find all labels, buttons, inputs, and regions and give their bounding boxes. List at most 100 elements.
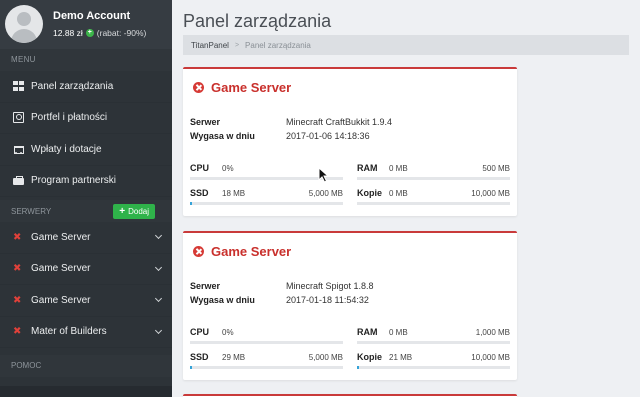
- expiry-row: Wygasa w dniu 2017-01-18 11:54:32: [190, 295, 369, 305]
- sidebar-item-label: Program partnerski: [31, 175, 117, 187]
- backups-used: 0 MB: [389, 189, 408, 198]
- breadcrumb-root-link[interactable]: TitanPanel: [191, 41, 229, 50]
- sidebar-footer: [0, 386, 172, 397]
- server-card: Game Server Serwer Minecraft Spigot 1.8.…: [183, 231, 517, 380]
- server-card: Game Server Serwer Minecraft CraftBukkit…: [183, 67, 517, 216]
- account-name: Demo Account: [53, 10, 131, 22]
- ram-label: RAM: [357, 327, 378, 337]
- ram-stat: RAM 0 MB 1,000 MB: [357, 327, 510, 349]
- sidebar-item-payments[interactable]: Wpłaty i dotacje: [0, 134, 172, 166]
- ssd-progress-bar: [190, 366, 343, 369]
- server-type-row: Serwer Minecraft Spigot 1.8.8: [190, 281, 374, 291]
- ram-progress-bar: [357, 341, 510, 344]
- expiry-value: 2017-01-06 14:18:36: [286, 131, 370, 141]
- sidebar-item-partner-program[interactable]: Program partnerski: [0, 166, 172, 197]
- add-funds-icon[interactable]: +: [85, 29, 94, 37]
- ram-stat: RAM 0 MB 500 MB: [357, 163, 510, 185]
- ssd-progress-bar: [190, 202, 343, 205]
- sidebar-server-item[interactable]: ✖ Mater of Builders: [0, 317, 172, 348]
- briefcase-icon: [13, 175, 24, 186]
- server-offline-icon: ✖: [13, 294, 22, 306]
- sidebar: Demo Account 12.88 zł + (rabat: -90%) ME…: [0, 0, 172, 397]
- sidebar-item-label: Panel zarządzania: [31, 80, 114, 92]
- server-offline-icon: ✖: [13, 263, 22, 275]
- backups-label: Kopie: [357, 188, 383, 198]
- ram-used: 0 MB: [389, 164, 408, 173]
- dashboard-icon: [13, 80, 24, 92]
- cpu-used: 0%: [222, 328, 234, 337]
- chevron-down-icon[interactable]: [154, 232, 163, 240]
- account-balance: 12.88 zł + (rabat: -90%): [53, 28, 146, 38]
- expiry-row: Wygasa w dniu 2017-01-06 14:18:36: [190, 131, 370, 141]
- server-type-value: Minecraft Spigot 1.8.8: [286, 281, 374, 291]
- server-card-title[interactable]: Game Server: [193, 244, 291, 259]
- ram-progress-bar: [357, 177, 510, 180]
- server-type-label: Serwer: [190, 117, 221, 127]
- sidebar-item-dashboard[interactable]: Panel zarządzania: [0, 71, 172, 103]
- ssd-label: SSD: [190, 188, 209, 198]
- ram-total: 500 MB: [482, 164, 510, 173]
- ram-label: RAM: [357, 163, 378, 173]
- ssd-used: 18 MB: [222, 189, 246, 198]
- cpu-used: 0%: [222, 164, 234, 173]
- account-panel: Demo Account 12.88 zł + (rabat: -90%): [0, 0, 172, 49]
- ssd-stat: SSD 29 MB 5,000 MB: [190, 352, 343, 374]
- avatar[interactable]: [5, 5, 43, 43]
- expiry-label: Wygasa w dniu: [190, 131, 255, 141]
- backups-progress-bar: [357, 202, 510, 205]
- sidebar-server-item[interactable]: ✖ Game Server: [0, 222, 172, 254]
- status-offline-icon: [193, 82, 204, 93]
- cpu-label: CPU: [190, 327, 210, 337]
- sidebar-server-label: Game Server: [31, 294, 91, 306]
- money-icon: [13, 112, 24, 124]
- plus-icon: +: [119, 205, 126, 217]
- breadcrumb: TitanPanel > Panel zarządzania: [183, 35, 629, 55]
- server-offline-icon: ✖: [13, 326, 22, 338]
- chevron-down-icon[interactable]: [154, 295, 163, 303]
- balance-value: 12.88 zł: [53, 28, 83, 38]
- expiry-label: Wygasa w dniu: [190, 295, 255, 305]
- backups-stat: Kopie 21 MB 10,000 MB: [357, 352, 510, 374]
- expiry-value: 2017-01-18 11:54:32: [286, 295, 369, 305]
- main-content: Panel zarządzania TitanPanel > Panel zar…: [172, 0, 640, 397]
- breadcrumb-current: Panel zarządzania: [245, 40, 311, 50]
- breadcrumb-separator-icon: >: [234, 41, 240, 49]
- sidebar-item-label: Wpłaty i dotacje: [31, 143, 102, 155]
- ram-total: 1,000 MB: [475, 328, 510, 337]
- sidebar-server-label: Game Server: [31, 263, 91, 275]
- cpu-progress-bar: [190, 341, 343, 344]
- add-server-button[interactable]: + Dodaj: [113, 203, 155, 219]
- server-card-title[interactable]: Game Server: [193, 80, 291, 95]
- help-section-label: POMOC: [0, 355, 172, 377]
- ssd-total: 5,000 MB: [308, 189, 343, 198]
- page-title: Panel zarządzania: [183, 11, 332, 31]
- backups-total: 10,000 MB: [471, 189, 510, 198]
- sidebar-server-label: Game Server: [31, 231, 91, 243]
- sidebar-item-wallet[interactable]: Portfel i płatności: [0, 103, 172, 134]
- server-card-title-text: Game Server: [211, 244, 292, 259]
- cart-icon: [13, 144, 24, 155]
- server-offline-icon: ✖: [13, 231, 22, 243]
- servers-section-label: SERWERY: [11, 206, 52, 216]
- sidebar-server-label: Mater of Builders: [31, 326, 107, 338]
- mouse-cursor-icon: [318, 167, 329, 183]
- chevron-down-icon[interactable]: [154, 263, 163, 271]
- backups-stat: Kopie 0 MB 10,000 MB: [357, 188, 510, 210]
- status-offline-icon: [193, 246, 204, 257]
- chevron-down-icon[interactable]: [154, 326, 163, 334]
- ssd-used: 29 MB: [222, 353, 246, 362]
- ssd-stat: SSD 18 MB 5,000 MB: [190, 188, 343, 210]
- cpu-label: CPU: [190, 163, 210, 173]
- backups-used: 21 MB: [389, 353, 413, 362]
- menu-section-label: MENU: [0, 49, 172, 71]
- sidebar-server-item[interactable]: ✖ Game Server: [0, 285, 172, 317]
- servers-section-header: SERWERY + Dodaj: [0, 200, 172, 222]
- sidebar-server-item[interactable]: ✖ Game Server: [0, 254, 172, 285]
- backups-progress-bar: [357, 366, 510, 369]
- ram-used: 0 MB: [389, 328, 408, 337]
- backups-label: Kopie: [357, 352, 383, 362]
- server-type-row: Serwer Minecraft CraftBukkit 1.9.4: [190, 117, 392, 127]
- discount-label: (rabat: -90%): [96, 28, 147, 38]
- server-type-value: Minecraft CraftBukkit 1.9.4: [286, 117, 393, 127]
- sidebar-item-label: Portfel i płatności: [31, 112, 108, 124]
